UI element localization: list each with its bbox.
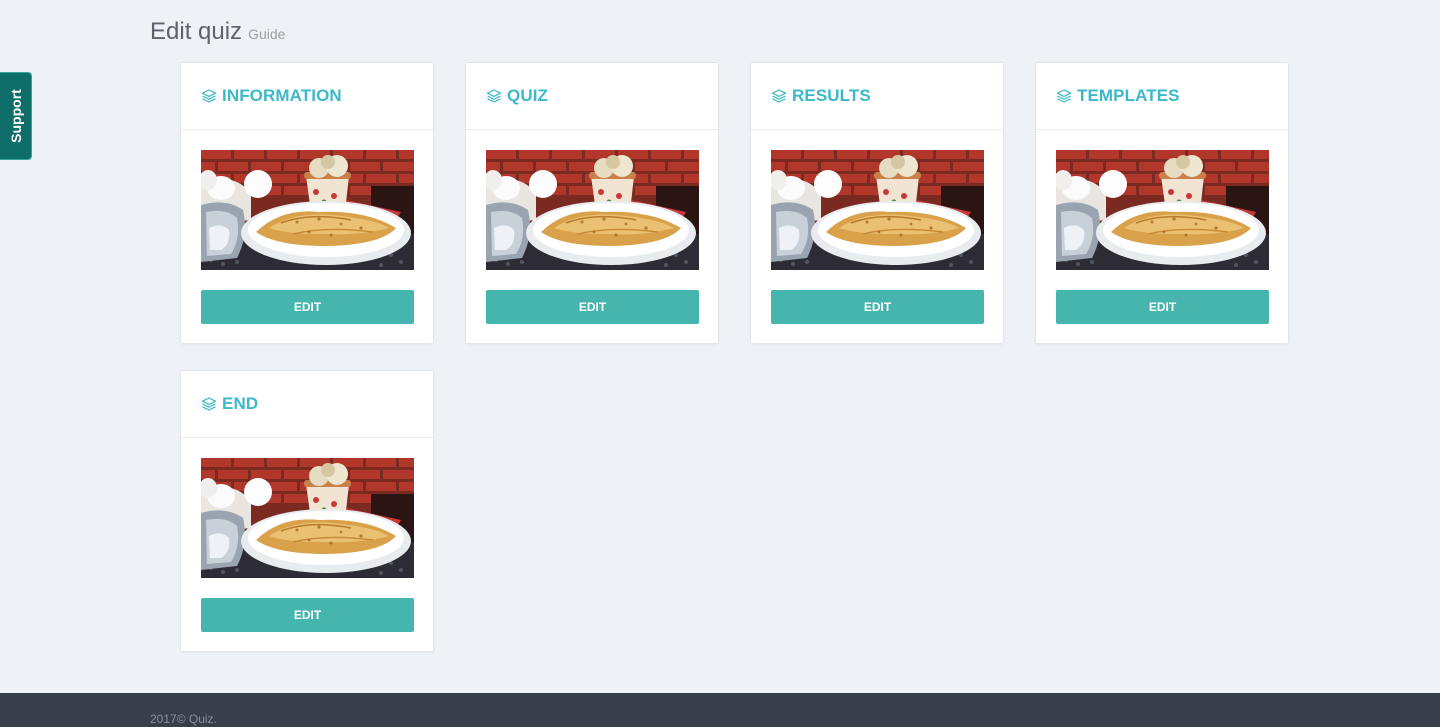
card-title: INFORMATION xyxy=(222,86,342,105)
card-image xyxy=(771,150,984,270)
support-tab[interactable]: Support xyxy=(0,72,32,160)
edit-button[interactable]: EDIT xyxy=(201,598,414,632)
card-title: RESULTS xyxy=(792,86,871,105)
card-header: TEMPLATES xyxy=(1036,63,1288,130)
layers-icon xyxy=(771,88,787,104)
layers-icon xyxy=(1056,88,1072,104)
card-image xyxy=(201,458,414,578)
card-end: END EDIT xyxy=(180,370,434,652)
layers-icon xyxy=(201,396,217,412)
edit-button[interactable]: EDIT xyxy=(1056,290,1269,324)
page-subtitle: Guide xyxy=(248,26,286,42)
footer-copyright: 2017© Quiz. xyxy=(150,712,217,726)
card-image xyxy=(1056,150,1269,270)
page-title: Edit quiz xyxy=(150,18,243,45)
card-title: QUIZ xyxy=(507,86,549,105)
layers-icon xyxy=(486,88,502,104)
layers-icon xyxy=(201,88,217,104)
card-information: INFORMATION EDIT xyxy=(180,62,434,344)
support-label: Support xyxy=(7,89,24,143)
card-title: TEMPLATES xyxy=(1077,86,1180,105)
card-header: END xyxy=(181,371,433,438)
card-header: QUIZ xyxy=(466,63,718,130)
card-quiz: QUIZ EDIT xyxy=(465,62,719,344)
card-templates: TEMPLATES EDIT xyxy=(1035,62,1289,344)
edit-button[interactable]: EDIT xyxy=(771,290,984,324)
card-title: END xyxy=(222,394,259,413)
card-header: RESULTS xyxy=(751,63,1003,130)
edit-button[interactable]: EDIT xyxy=(486,290,699,324)
card-results: RESULTS EDIT xyxy=(750,62,1004,344)
card-header: INFORMATION xyxy=(181,63,433,130)
card-image xyxy=(486,150,699,270)
footer: 2017© Quiz. xyxy=(0,693,1440,727)
page-header: Edit quiz Guide xyxy=(150,18,285,46)
edit-button[interactable]: EDIT xyxy=(201,290,414,324)
card-image xyxy=(201,150,414,270)
